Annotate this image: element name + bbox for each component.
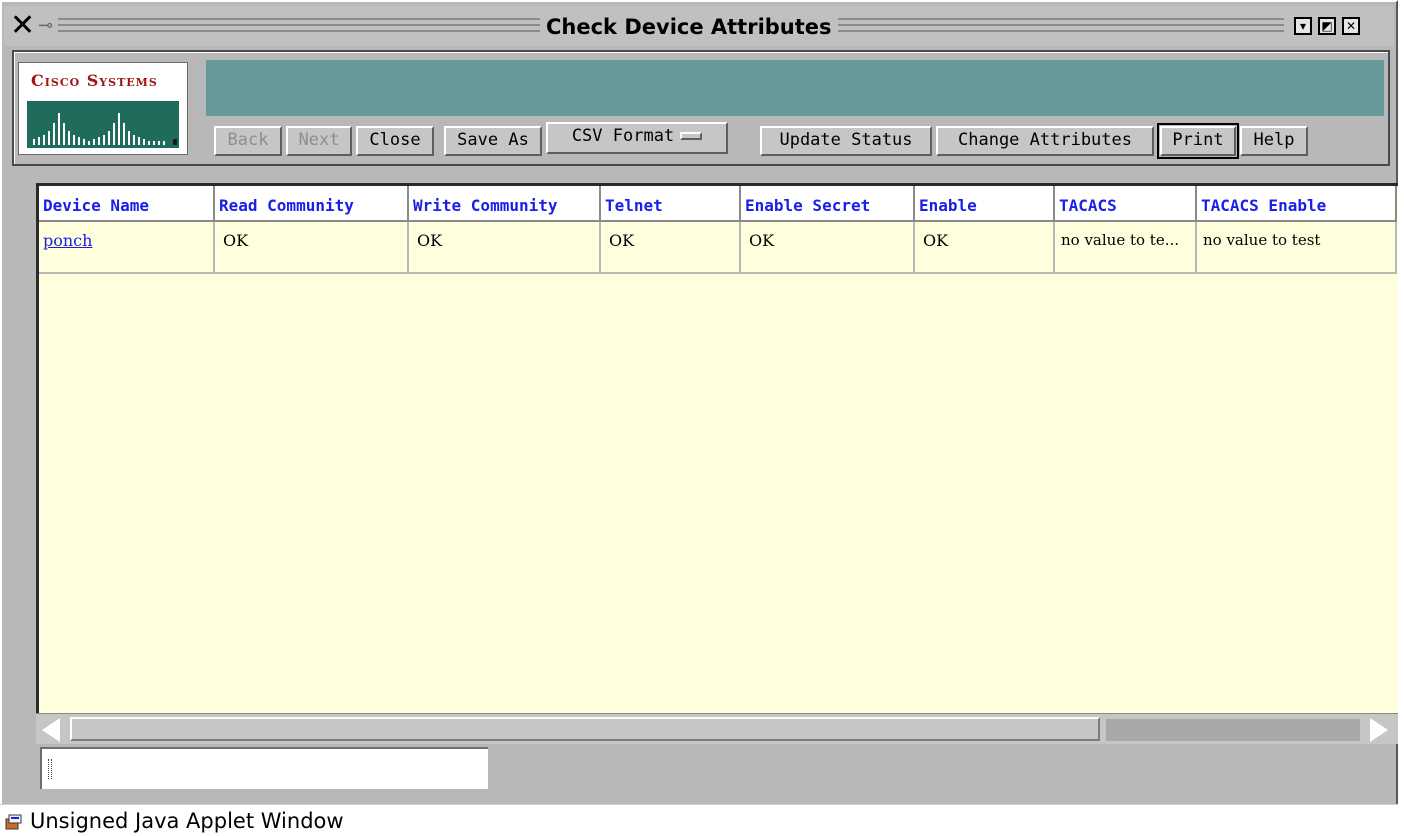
window-title: Check Device Attributes bbox=[540, 14, 838, 40]
column-header-enable[interactable]: Enable bbox=[915, 186, 1055, 222]
column-header-read-community[interactable]: Read Community bbox=[215, 186, 409, 222]
minimize-icon[interactable]: ▾ bbox=[1294, 17, 1312, 35]
close-button[interactable]: Close bbox=[356, 126, 434, 156]
column-header-telnet[interactable]: Telnet bbox=[601, 186, 741, 222]
cell-read-community: OK bbox=[215, 222, 409, 274]
scroll-track[interactable] bbox=[70, 717, 1100, 741]
cisco-logo: Cisco Systems bbox=[18, 62, 188, 155]
column-header-tacacs-enable[interactable]: TACACS Enable bbox=[1197, 186, 1397, 222]
back-button[interactable]: Back bbox=[214, 126, 282, 156]
cell-enable-secret: OK bbox=[741, 222, 915, 274]
pin-icon[interactable]: ⊸ bbox=[38, 15, 53, 36]
table-header-row: Device Name Read Community Write Communi… bbox=[39, 186, 1398, 222]
change-attributes-button[interactable]: Change Attributes bbox=[936, 126, 1154, 156]
print-button[interactable]: Print bbox=[1157, 123, 1239, 159]
window-close-icon[interactable]: ✕ bbox=[1342, 17, 1360, 35]
results-table: Device Name Read Community Write Communi… bbox=[36, 183, 1398, 744]
title-bar[interactable]: ✕ ⊸ Check Device Attributes ▾ ◩ ✕ bbox=[4, 6, 1394, 46]
save-as-button[interactable]: Save As bbox=[444, 126, 542, 156]
scroll-thumb[interactable] bbox=[1106, 719, 1360, 741]
help-button[interactable]: Help bbox=[1240, 126, 1308, 156]
device-link[interactable]: ponch bbox=[43, 231, 92, 250]
cell-write-community: OK bbox=[409, 222, 601, 274]
next-button[interactable]: Next bbox=[286, 126, 352, 156]
cell-enable: OK bbox=[915, 222, 1055, 274]
applet-warning-text: Unsigned Java Applet Window bbox=[30, 809, 344, 833]
text-caret-icon bbox=[48, 759, 52, 779]
status-input[interactable] bbox=[40, 747, 488, 789]
table-row[interactable]: ponch OK OK OK OK OK no value to te... n… bbox=[39, 222, 1398, 274]
applet-warning-bar: Unsigned Java Applet Window bbox=[0, 804, 1398, 836]
column-header-tacacs[interactable]: TACACS bbox=[1055, 186, 1197, 222]
banner-strip bbox=[206, 60, 1384, 116]
maximize-icon[interactable]: ◩ bbox=[1318, 17, 1336, 35]
column-header-enable-secret[interactable]: Enable Secret bbox=[741, 186, 915, 222]
cell-tacacs: no value to te... bbox=[1055, 222, 1197, 274]
logo-bars-icon bbox=[27, 101, 179, 148]
scroll-right-arrow-icon[interactable] bbox=[1370, 718, 1388, 742]
horizontal-scrollbar[interactable] bbox=[36, 713, 1398, 744]
close-x-icon[interactable]: ✕ bbox=[10, 10, 35, 42]
applet-window: ✕ ⊸ Check Device Attributes ▾ ◩ ✕ Cisco … bbox=[0, 0, 1398, 836]
csv-format-dropdown[interactable]: CSV Format bbox=[546, 122, 728, 154]
cell-tacacs-enable: no value to test bbox=[1197, 222, 1397, 274]
cell-device-name[interactable]: ponch bbox=[39, 222, 215, 274]
column-header-device-name[interactable]: Device Name bbox=[39, 186, 215, 222]
csv-format-label: CSV Format bbox=[571, 126, 675, 146]
scroll-left-arrow-icon[interactable] bbox=[42, 718, 60, 742]
cell-telnet: OK bbox=[601, 222, 741, 274]
column-header-write-community[interactable]: Write Community bbox=[409, 186, 601, 222]
dropdown-indicator-icon bbox=[680, 132, 703, 140]
logo-text: Cisco Systems bbox=[31, 71, 158, 90]
applet-warning-icon bbox=[5, 814, 22, 830]
update-status-button[interactable]: Update Status bbox=[760, 126, 932, 156]
